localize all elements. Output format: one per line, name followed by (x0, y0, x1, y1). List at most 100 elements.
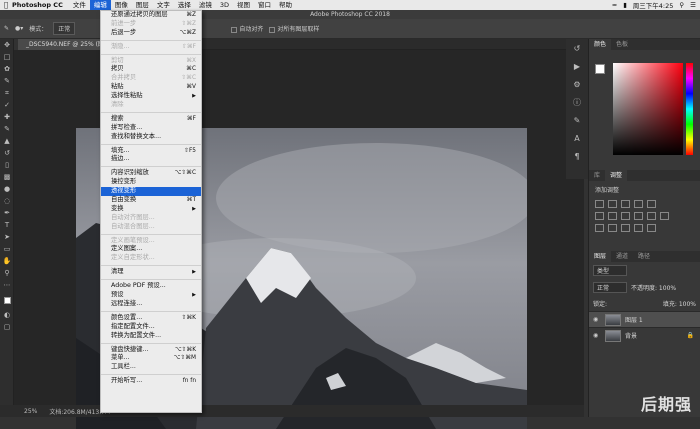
tab-paths[interactable]: 路径 (633, 251, 655, 262)
type-tool-icon[interactable]: T (0, 219, 14, 231)
selective-color-icon[interactable] (647, 224, 656, 232)
edit-menu-item[interactable]: 变换 ▶ (101, 205, 201, 214)
edit-menu-item[interactable]: 后退一步 ⌥⌘Z (101, 29, 201, 38)
edit-menu-item[interactable]: 拷贝 ⌘C (101, 65, 201, 74)
tab-adjustments[interactable]: 调整 (605, 170, 628, 181)
brush-settings-icon[interactable]: ✎ (566, 111, 588, 129)
lasso-tool-icon[interactable]: ✿ (0, 63, 14, 75)
apple-icon[interactable]:  (0, 1, 12, 9)
layer-kind-select[interactable]: 类型 (593, 265, 627, 276)
eye-icon[interactable]: ◉ (593, 332, 601, 339)
edit-menu-item[interactable]: 查找和替换文本... (101, 133, 201, 142)
menu-help[interactable]: 帮助 (275, 0, 296, 10)
menu-3d[interactable]: 3D (216, 0, 233, 10)
menu-select[interactable]: 选择 (174, 0, 195, 10)
edit-menu-item[interactable]: 指定配置文件... (101, 323, 201, 332)
edit-menu-item[interactable]: 开始听写... fn fn (101, 377, 201, 386)
layer-row-1[interactable]: ◉ 图层 1 (589, 311, 700, 327)
menu-layer[interactable]: 图层 (132, 0, 153, 10)
list-icon[interactable]: ☰ (690, 1, 696, 9)
threshold-icon[interactable] (621, 224, 630, 232)
vibrance-icon[interactable] (647, 200, 656, 208)
layer-name[interactable]: 背景 (625, 331, 637, 340)
eye-icon[interactable]: ◉ (593, 316, 601, 323)
menu-window[interactable]: 窗口 (254, 0, 275, 10)
battery-icon[interactable]: ▮ (623, 1, 627, 9)
layer-name[interactable]: 图层 1 (625, 315, 643, 324)
tab-color[interactable]: 颜色 (589, 39, 612, 50)
menu-image[interactable]: 图像 (111, 0, 132, 10)
levels-icon[interactable] (608, 200, 617, 208)
tab-layers[interactable]: 图层 (589, 251, 612, 262)
color-balance-icon[interactable] (608, 212, 617, 220)
shape-tool-icon[interactable]: ▭ (0, 243, 14, 255)
properties-panel-icon[interactable]: ⚙ (566, 75, 588, 93)
invert-icon[interactable] (595, 224, 604, 232)
menu-type[interactable]: 文字 (153, 0, 174, 10)
edit-menu-item[interactable]: 转换为配置文件... (101, 332, 201, 341)
paragraph-panel-icon[interactable]: ¶ (566, 147, 588, 165)
marquee-tool-icon[interactable]: □ (0, 51, 14, 63)
exposure-icon[interactable] (634, 200, 643, 208)
hue-saturation-icon[interactable] (595, 212, 604, 220)
color-picker-field[interactable] (613, 63, 683, 155)
edit-menu-item[interactable]: 内容识别缩放 ⌥⇧⌘C (101, 169, 201, 178)
quick-select-tool-icon[interactable]: ✎ (0, 75, 14, 87)
hand-tool-icon[interactable]: ✋ (0, 255, 14, 267)
tab-channels[interactable]: 通道 (611, 251, 633, 262)
tab-swatches[interactable]: 色板 (611, 39, 633, 50)
actions-panel-icon[interactable]: ▶ (566, 57, 588, 75)
history-panel-icon[interactable]: ↺ (566, 39, 588, 57)
info-panel-icon[interactable]: ⓘ (566, 93, 588, 111)
eyedropper-tool-icon[interactable]: ✓ (0, 99, 14, 111)
history-brush-icon[interactable]: ↺ (0, 147, 14, 159)
zoom-level[interactable]: 25% (24, 408, 37, 415)
layer-row-background[interactable]: ◉ 背景 🔒 (589, 327, 700, 343)
quick-mask-icon[interactable]: ◐ (0, 309, 14, 321)
tab-libraries[interactable]: 库 (589, 170, 605, 181)
channel-mixer-icon[interactable] (647, 212, 656, 220)
move-tool-icon[interactable]: ✥ (0, 39, 14, 51)
pen-tool-icon[interactable]: ✒ (0, 207, 14, 219)
path-select-tool-icon[interactable]: ➤ (0, 231, 14, 243)
color-swatch-icon[interactable] (0, 291, 14, 309)
edit-menu-item[interactable]: 还原通过拷贝的图层 ⌘Z (101, 11, 201, 20)
edit-menu-item[interactable]: 预设 ▶ (101, 291, 201, 300)
color-lookup-icon[interactable] (660, 212, 669, 220)
mode-select[interactable]: 正常 (53, 22, 76, 35)
healing-tool-icon[interactable]: ✚ (0, 111, 14, 123)
foreground-color-swatch[interactable] (595, 64, 605, 74)
crop-tool-icon[interactable]: ⌗ (0, 87, 14, 99)
brush-preset-icon[interactable]: ●▾ (15, 25, 23, 32)
blur-tool-icon[interactable]: ● (0, 183, 14, 195)
wifi-icon[interactable]: ≈ (612, 1, 617, 9)
brush-tool-icon[interactable]: ✎ (4, 25, 9, 32)
edit-menu-item[interactable]: 颜色设置... ⇧⌘K (101, 314, 201, 323)
edit-menu-item[interactable]: 选择性粘贴 ▶ (101, 92, 201, 101)
black-white-icon[interactable] (621, 212, 630, 220)
photo-filter-icon[interactable] (634, 212, 643, 220)
edit-menu-item[interactable]: 远程连接... (101, 300, 201, 309)
edit-menu-item[interactable]: 菜单... ⌥⇧⌘M (101, 354, 201, 363)
screen-mode-icon[interactable]: ▢ (0, 321, 14, 333)
edit-menu-item[interactable]: 自由变换 ⌘T (101, 196, 201, 205)
edit-menu-item[interactable]: Adobe PDF 预设... (101, 282, 201, 291)
menu-edit[interactable]: 编辑 (89, 0, 111, 10)
edit-menu-item[interactable]: 透视变形 (101, 187, 201, 197)
app-name[interactable]: Photoshop CC (12, 1, 63, 9)
edit-menu-item[interactable]: 粘贴 ⌘V (101, 83, 201, 92)
zoom-tool-icon[interactable]: ⚲ (0, 267, 14, 279)
hue-slider[interactable] (686, 63, 693, 155)
sample-all-checkbox[interactable] (269, 26, 276, 33)
character-panel-icon[interactable]: A (566, 129, 588, 147)
eraser-tool-icon[interactable]: ▯ (0, 159, 14, 171)
blend-mode-select[interactable]: 正常 (593, 282, 627, 293)
more-tools-icon[interactable]: ⋯ (0, 279, 14, 291)
opacity-field[interactable]: 不透明度: 100% (631, 283, 676, 292)
fill-field[interactable]: 填充: 100% (663, 299, 696, 308)
edit-menu-item[interactable]: 工具栏... (101, 363, 201, 372)
edit-menu-item[interactable]: 描边... (101, 155, 201, 164)
edit-menu-item[interactable]: 清理 ▶ (101, 268, 201, 277)
search-icon[interactable]: ⚲ (679, 1, 684, 9)
align-checkbox[interactable] (231, 26, 238, 33)
